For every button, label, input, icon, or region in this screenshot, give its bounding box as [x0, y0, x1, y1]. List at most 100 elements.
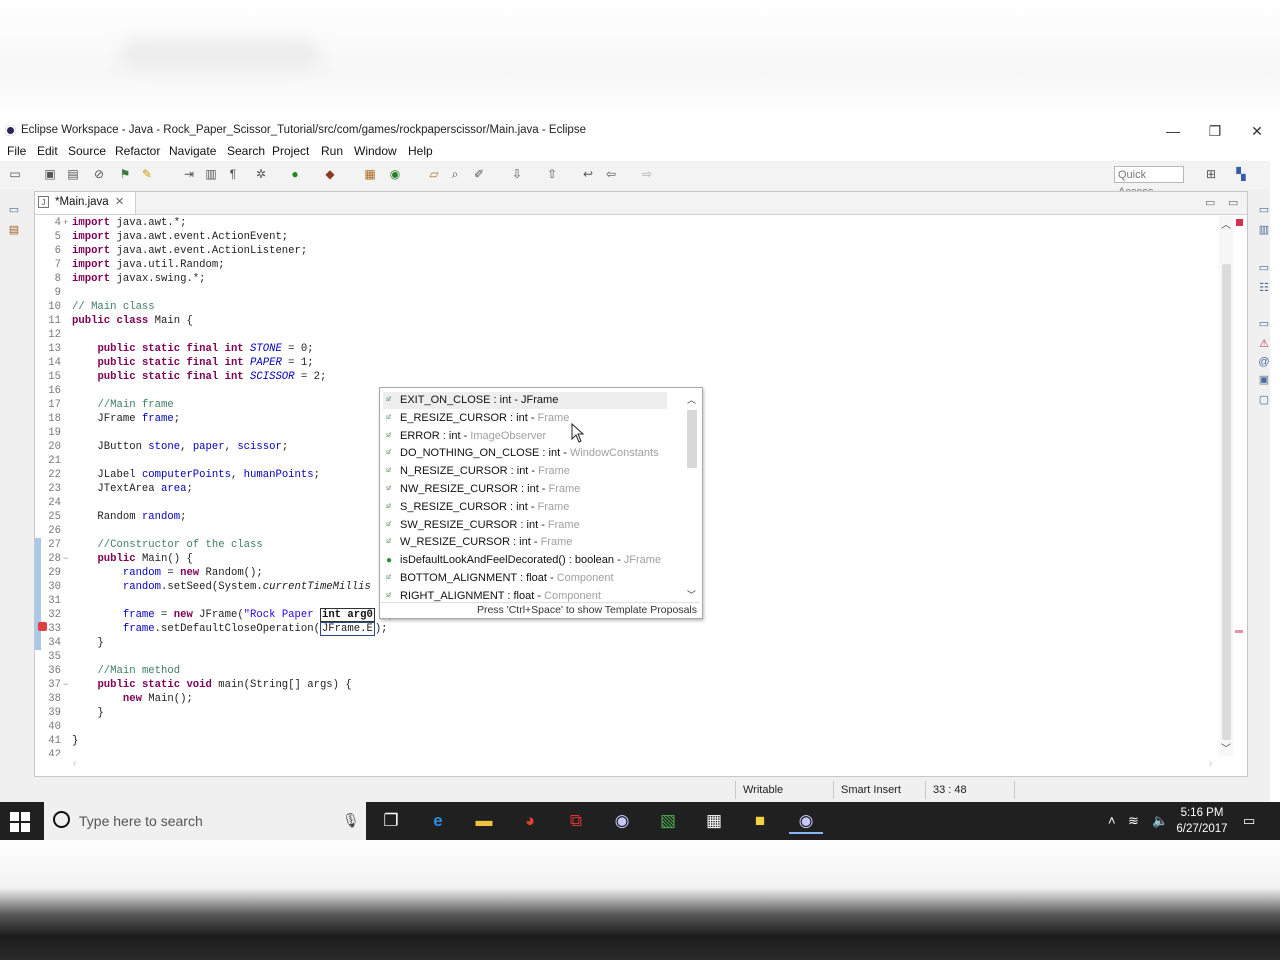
proposal-item[interactable]: ˢᶠ ERROR : int - ImageObserver	[383, 428, 667, 445]
occurrence-marker[interactable]	[1235, 630, 1243, 633]
minimize-button[interactable]: —	[1153, 121, 1193, 141]
code-line[interactable]: 12	[35, 328, 1215, 342]
eclipse-active-taskbar-icon[interactable]: ◉	[789, 808, 823, 834]
restore-view-icon-2[interactable]: ▭	[1257, 261, 1271, 275]
menu-source[interactable]: Source	[68, 144, 106, 158]
new-icon[interactable]: ▭	[8, 168, 22, 181]
close-button[interactable]: ✕	[1237, 121, 1277, 141]
taskbar-search-box[interactable]: Type here to search 🎙	[44, 802, 366, 840]
proposal-item[interactable]: ● isDefaultLookAndFeelDecorated() : boole…	[383, 552, 667, 569]
proposal-item[interactable]: ˢᶠ SW_RESIZE_CURSOR : int - Frame	[383, 517, 667, 534]
pin-icon[interactable]: ✐	[472, 168, 486, 181]
code-line[interactable]: 11 public class Main {	[35, 314, 1215, 328]
skip-breakpoints-icon[interactable]: ⊘	[92, 168, 106, 181]
chrome-icon[interactable]: ◕	[513, 808, 547, 834]
show-hidden-icons[interactable]: ˄	[1108, 813, 1116, 828]
code-line[interactable]: 6 import java.awt.event.ActionListener;	[35, 244, 1215, 258]
edge-browser-icon[interactable]: e	[421, 808, 455, 834]
error-marker-icon[interactable]	[38, 622, 47, 631]
code-line[interactable]: 14 public static final int PAPER = 1;	[35, 356, 1215, 370]
task-list-icon[interactable]: ▥	[1257, 223, 1271, 237]
restore-button[interactable]: ❐	[1195, 121, 1235, 141]
run-icon[interactable]: ●	[288, 168, 302, 181]
menu-window[interactable]: Window	[354, 144, 397, 158]
editor-scroll-thumb[interactable]	[1222, 264, 1231, 740]
code-line[interactable]: 10 // Main class	[35, 300, 1215, 314]
toggle-mark-icon[interactable]: ✎	[140, 168, 154, 181]
scroll-down-icon[interactable]: ﹀	[1221, 740, 1231, 755]
proposal-item[interactable]: ˢᶠ W_RESIZE_CURSOR : int - Frame	[383, 534, 667, 551]
menu-edit[interactable]: Edit	[37, 144, 58, 158]
proposal-item[interactable]: ˢᶠ EXIT_ON_CLOSE : int - JFrame	[383, 392, 667, 409]
menu-search[interactable]: Search	[227, 144, 265, 158]
next-annotation-icon[interactable]: ⇥	[182, 168, 196, 181]
new-class-icon[interactable]: ◉	[388, 168, 402, 181]
maximize-editor-icon[interactable]: ▭	[1228, 196, 1238, 209]
code-line[interactable]: 37− public static void main(String[] arg…	[35, 678, 1215, 692]
code-line[interactable]: 4 + import java.awt.*;	[35, 216, 1215, 230]
menu-refactor[interactable]: Refactor	[115, 144, 160, 158]
outline-icon[interactable]: ☷	[1257, 281, 1271, 295]
code-line[interactable]: 40	[35, 720, 1215, 734]
show-whitespace-icon[interactable]: ¶	[226, 168, 240, 181]
scroll-left-icon[interactable]: ‹	[73, 758, 76, 769]
code-line[interactable]: 41}	[35, 734, 1215, 748]
next-edit-icon[interactable]: ⇩	[510, 168, 524, 181]
save-all-icon[interactable]: ▤	[66, 168, 80, 181]
java-perspective-icon[interactable]: ▚	[1234, 168, 1248, 181]
problems-icon[interactable]: ⚠	[1257, 337, 1271, 351]
code-line[interactable]: 36 //Main method	[35, 664, 1215, 678]
notifications-icon[interactable]: ▭	[1243, 813, 1255, 829]
menu-help[interactable]: Help	[408, 144, 433, 158]
solidworks-icon[interactable]: ⧉	[559, 808, 593, 834]
console-icon[interactable]: ▢	[1257, 393, 1271, 407]
proposal-item[interactable]: ˢᶠ N_RESIZE_CURSOR : int - Frame	[383, 463, 667, 480]
minimize-editor-icon[interactable]: ▭	[1205, 196, 1215, 209]
microphone-icon[interactable]: 🎙	[342, 812, 360, 829]
proposal-scrollbar[interactable]: ︿ ﹀	[685, 392, 699, 602]
sticky-notes-icon[interactable]: ■	[743, 808, 777, 834]
javadoc-icon[interactable]: @	[1257, 355, 1271, 369]
taskbar-clock[interactable]: 5:16 PM 6/27/2017	[1170, 805, 1234, 837]
tab-close-icon[interactable]: ✕	[115, 195, 124, 208]
error-overview-marker[interactable]	[1236, 219, 1243, 226]
code-line[interactable]: 39 }	[35, 706, 1215, 720]
format-icon[interactable]: ▥	[204, 168, 218, 181]
restore-view-icon-1[interactable]: ▭	[1257, 203, 1271, 217]
file-explorer-icon[interactable]: ▬	[467, 808, 501, 834]
declaration-icon[interactable]: ▣	[1257, 373, 1271, 387]
code-line[interactable]: 42	[35, 748, 1215, 756]
code-line[interactable]: 35	[35, 650, 1215, 664]
restore-view-icon[interactable]: ▭	[7, 203, 21, 217]
image-editor-icon[interactable]: ▧	[651, 808, 685, 834]
code-line[interactable]: 33 frame.setDefaultCloseOperation(JFrame…	[35, 622, 1215, 636]
scroll-down-icon[interactable]: ﹀	[687, 588, 696, 601]
new-package-icon[interactable]: ▦	[363, 168, 377, 181]
network-icon[interactable]: ≋	[1128, 813, 1139, 829]
proposal-scroll-thumb[interactable]	[687, 410, 697, 468]
volume-muted-icon[interactable]: 🔈	[1152, 813, 1168, 829]
menu-run[interactable]: Run	[321, 144, 343, 158]
menu-project[interactable]: Project	[272, 144, 309, 158]
menu-file[interactable]: File	[7, 144, 26, 158]
code-line[interactable]: 5 import java.awt.event.ActionEvent;	[35, 230, 1215, 244]
proposal-item[interactable]: ˢᶠ NW_RESIZE_CURSOR : int - Frame	[383, 481, 667, 498]
proposal-item[interactable]: ˢᶠ DO_NOTHING_ON_CLOSE : int - WindowCons…	[383, 445, 667, 462]
proposal-item[interactable]: ˢᶠ BOTTOM_ALIGNMENT : float - Component	[383, 570, 667, 587]
scroll-right-icon[interactable]: ›	[1209, 758, 1212, 769]
scroll-up-icon[interactable]: ︿	[1221, 216, 1231, 231]
back-icon[interactable]: ⇦	[604, 168, 618, 181]
code-line[interactable]: 15 public static final int SCISSOR = 2;	[35, 370, 1215, 384]
save-icon[interactable]: ▣	[43, 168, 57, 181]
last-edit-icon[interactable]: ↩	[581, 168, 595, 181]
restore-view-icon-3[interactable]: ▭	[1257, 317, 1271, 331]
debug-icon[interactable]: ✲	[254, 168, 268, 181]
open-perspective-icon[interactable]: ⊞	[1204, 168, 1218, 181]
forward-icon[interactable]: ⇨	[640, 168, 654, 181]
code-line[interactable]: 13 public static final int STONE = 0;	[35, 342, 1215, 356]
proposal-item[interactable]: ˢᶠ RIGHT_ALIGNMENT : float - Component	[383, 588, 667, 602]
editor-horizontal-scrollbar[interactable]: ‹ ›	[71, 758, 1221, 772]
external-tools-icon[interactable]: ◆	[323, 168, 337, 181]
proposal-item[interactable]: ˢᶠ S_RESIZE_CURSOR : int - Frame	[383, 499, 667, 516]
code-line[interactable]: 8 import javax.swing.*;	[35, 272, 1215, 286]
